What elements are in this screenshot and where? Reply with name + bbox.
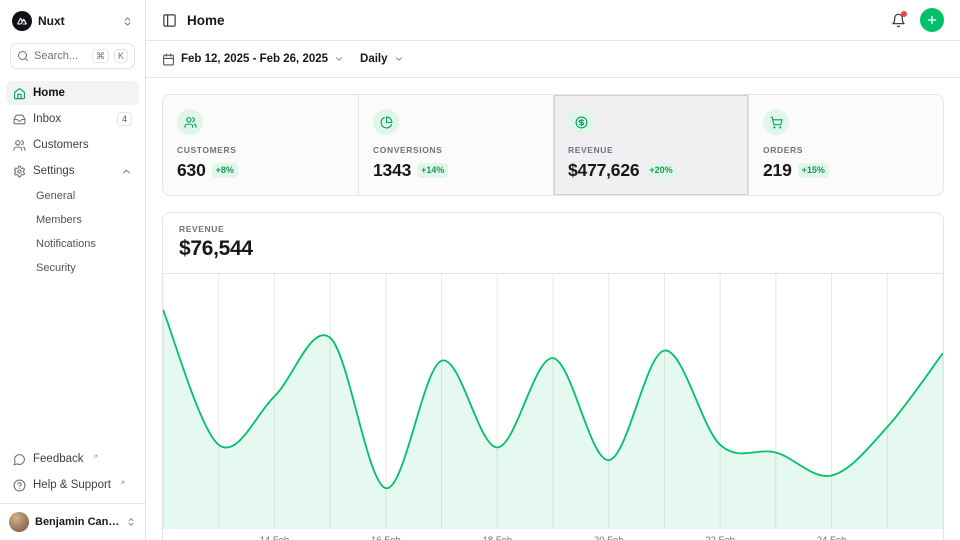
sidebar-toggle-button[interactable]	[162, 13, 177, 28]
user-name: Benjamin Canac	[35, 516, 120, 528]
chevron-down-icon	[334, 54, 344, 64]
date-range-picker[interactable]: Feb 12, 2025 - Feb 26, 2025	[162, 53, 344, 66]
stat-card-revenue[interactable]: REVENUE $477,626 +20%	[553, 95, 748, 195]
chart-label: REVENUE	[179, 224, 927, 234]
stat-card-conversions[interactable]: CONVERSIONS 1343 +14%	[358, 95, 553, 195]
sidebar-footer-nav: Feedback Help & Support	[6, 447, 139, 497]
sidebar-item-label: Inbox	[33, 113, 61, 125]
x-tick-label: 22 Feb	[705, 535, 735, 540]
sidebar-item-label: Customers	[33, 139, 89, 151]
sidebar-item-label: Settings	[33, 165, 75, 177]
sidebar-item-feedback[interactable]: Feedback	[6, 447, 139, 471]
revenue-chart-card: REVENUE $76,544 14 Feb 16 Feb 18 Feb 20 Feb…	[162, 212, 944, 540]
page-title: Home	[187, 13, 225, 28]
x-tick-label: 16 Feb	[371, 535, 401, 540]
stat-label: REVENUE	[568, 145, 734, 155]
sidebar-spacer	[0, 279, 145, 447]
search-field[interactable]	[34, 50, 87, 62]
stat-value: 1343	[373, 160, 411, 181]
chart-value: $76,544	[179, 237, 927, 261]
stat-value: 630	[177, 160, 206, 181]
stat-value: 219	[763, 160, 792, 181]
plus-icon	[926, 14, 938, 26]
sidebar-item-settings[interactable]: Settings	[6, 159, 139, 183]
stat-delta-badge: +15%	[798, 163, 829, 178]
chat-icon	[13, 453, 26, 466]
main-area: Home Feb 12, 2025 - Feb 26, 2025 Daily	[146, 0, 960, 540]
chevron-up-down-icon	[122, 16, 133, 27]
sidebar-item-inbox[interactable]: Inbox 4	[6, 107, 139, 131]
search-input[interactable]: ⌘ K	[10, 43, 135, 69]
notification-dot	[901, 11, 907, 17]
users-icon	[177, 109, 203, 135]
chart-x-axis: 14 Feb 16 Feb 18 Feb 20 Feb 22 Feb 24 Feb	[163, 529, 943, 540]
page-content: CUSTOMERS 630 +8% CONVERSIONS 1343 +14%	[146, 78, 960, 540]
sidebar-item-customers[interactable]: Customers	[6, 133, 139, 157]
dollar-icon	[568, 109, 594, 135]
user-menu[interactable]: Benjamin Canac	[0, 503, 145, 540]
revenue-chart[interactable]	[163, 274, 943, 529]
chart-header: REVENUE $76,544	[163, 213, 943, 274]
chevron-up-icon	[121, 166, 132, 177]
sidebar-item-label: Home	[33, 87, 65, 99]
page-header: Home	[146, 0, 960, 41]
external-link-icon	[92, 453, 99, 460]
stat-label: ORDERS	[763, 145, 929, 155]
header-actions	[891, 8, 944, 32]
stat-delta-badge: +20%	[645, 163, 676, 178]
workspace-name: Nuxt	[38, 14, 65, 28]
users-icon	[13, 139, 26, 152]
x-tick-label: 20 Feb	[594, 535, 624, 540]
stat-delta-badge: +14%	[417, 163, 448, 178]
chevron-down-icon	[394, 54, 404, 64]
stat-card-customers[interactable]: CUSTOMERS 630 +8%	[163, 95, 358, 195]
sidebar-item-label: Help & Support	[33, 479, 111, 491]
sidebar-subitem-security[interactable]: Security	[6, 257, 139, 279]
date-range-label: Feb 12, 2025 - Feb 26, 2025	[181, 53, 328, 65]
add-button[interactable]	[920, 8, 944, 32]
sidebar-nav: Home Inbox 4 Customers Settings General	[6, 81, 139, 279]
x-tick-label: 24 Feb	[817, 535, 847, 540]
external-link-icon	[119, 479, 126, 486]
pie-chart-icon	[373, 109, 399, 135]
notifications-button[interactable]	[891, 13, 906, 28]
gear-icon	[13, 165, 26, 178]
stat-label: CONVERSIONS	[373, 145, 539, 155]
x-tick-label: 14 Feb	[260, 535, 290, 540]
calendar-icon	[162, 53, 175, 66]
stat-label: CUSTOMERS	[177, 145, 344, 155]
kbd-cmd: ⌘	[92, 49, 109, 64]
chevron-up-down-icon	[126, 517, 136, 527]
inbox-icon	[13, 113, 26, 126]
sidebar-item-home[interactable]: Home	[6, 81, 139, 105]
panel-left-icon	[162, 13, 177, 28]
search-icon	[17, 50, 29, 62]
home-icon	[13, 87, 26, 100]
filters-toolbar: Feb 12, 2025 - Feb 26, 2025 Daily	[146, 41, 960, 78]
sidebar-item-help-support[interactable]: Help & Support	[6, 473, 139, 497]
avatar	[9, 512, 29, 532]
kbd-k: K	[114, 49, 128, 64]
inbox-count-badge: 4	[117, 112, 132, 127]
x-tick-label: 18 Feb	[482, 535, 512, 540]
stat-value: $477,626	[568, 160, 639, 181]
sidebar-subitem-general[interactable]: General	[6, 185, 139, 207]
stats-row: CUSTOMERS 630 +8% CONVERSIONS 1343 +14%	[162, 94, 944, 196]
cart-icon	[763, 109, 789, 135]
period-select[interactable]: Daily	[360, 53, 404, 65]
sidebar-item-label: Feedback	[33, 453, 84, 465]
sidebar-subitem-members[interactable]: Members	[6, 209, 139, 231]
stat-card-orders[interactable]: ORDERS 219 +15%	[748, 95, 943, 195]
workspace-switcher[interactable]: Nuxt	[8, 9, 137, 33]
help-icon	[13, 479, 26, 492]
stat-delta-badge: +8%	[212, 163, 238, 178]
sidebar-subitem-notifications[interactable]: Notifications	[6, 233, 139, 255]
period-label: Daily	[360, 53, 388, 65]
sidebar: Nuxt ⌘ K Home Inbox 4	[0, 0, 146, 540]
nuxt-logo-icon	[12, 11, 32, 31]
